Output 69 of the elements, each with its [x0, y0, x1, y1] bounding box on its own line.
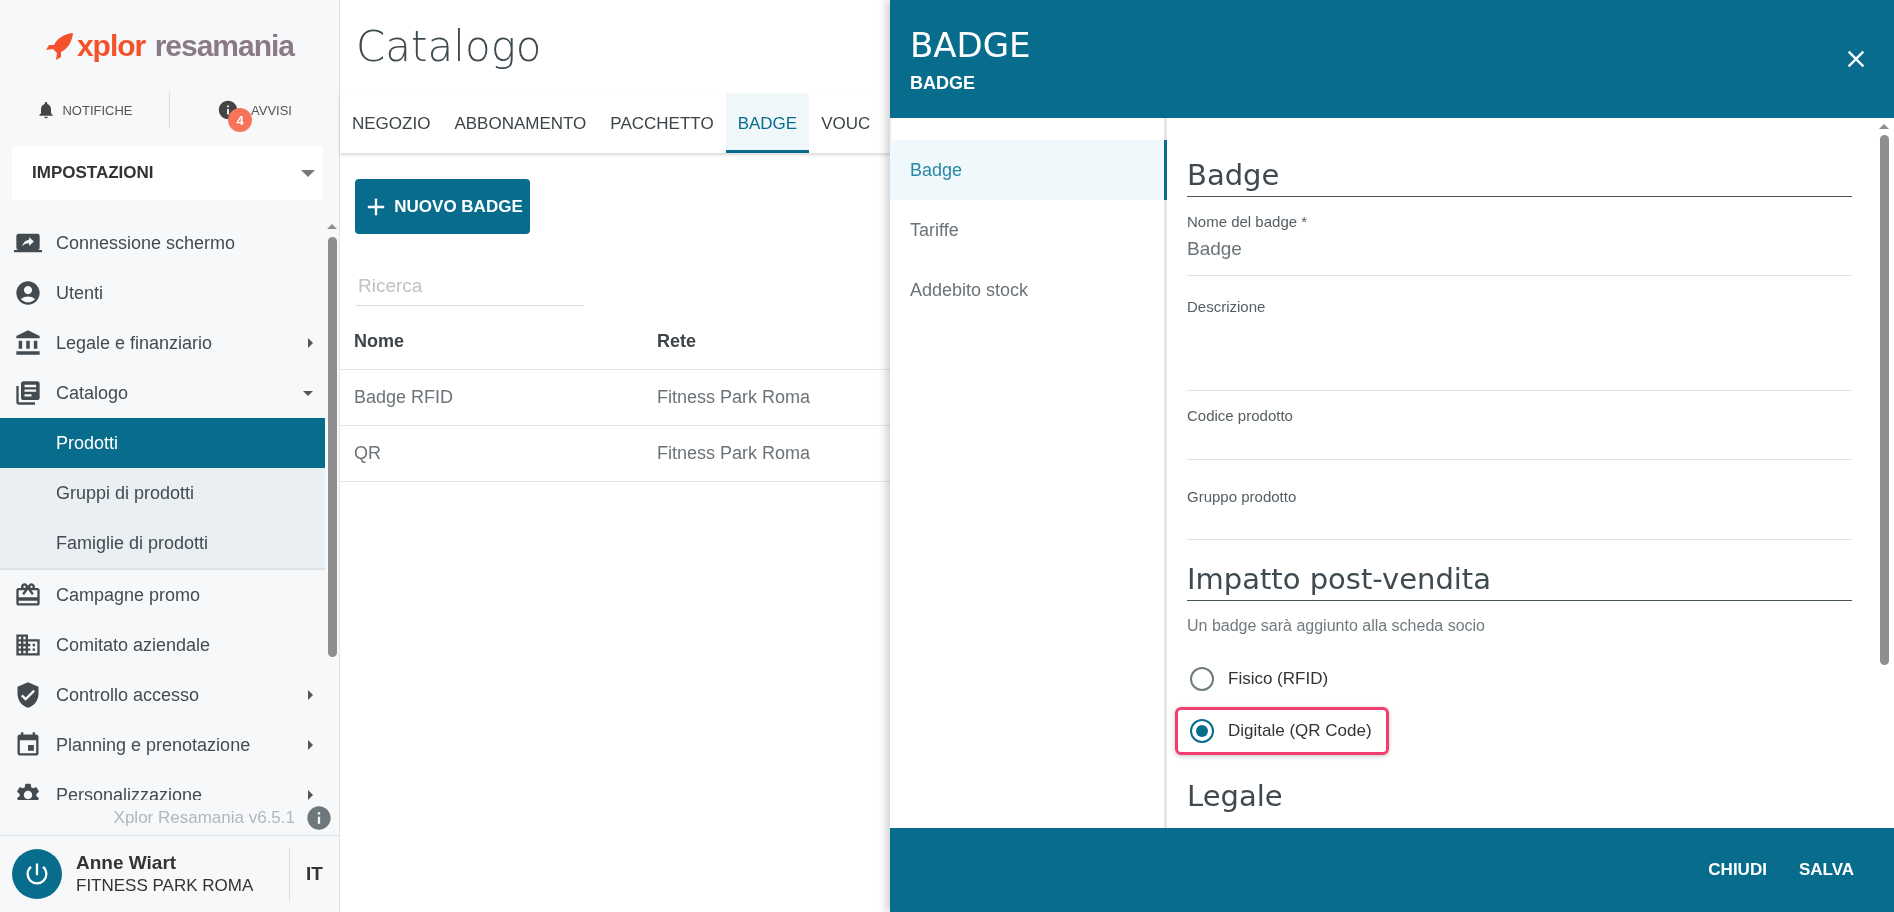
scroll-up-icon — [1879, 124, 1889, 129]
radio-label: Digitale (QR Code) — [1228, 721, 1372, 741]
panel-nav-item[interactable]: Badge — [890, 140, 1167, 200]
submenu-item[interactable]: Famiglie di prodotti — [0, 518, 325, 568]
user-icon — [14, 279, 42, 307]
table-cell-text: Fitness Park Roma — [657, 443, 812, 464]
menu-item[interactable]: Personalizzazione — [0, 770, 325, 800]
info-icon[interactable] — [305, 803, 333, 832]
menu-item[interactable]: Connessione schermo — [0, 218, 325, 268]
caret-icon — [308, 790, 313, 800]
caret-icon — [301, 169, 315, 177]
club-name: FITNESS PARK ROMA — [76, 876, 255, 896]
caret-icon — [308, 740, 313, 750]
menu-item[interactable]: Catalogo — [0, 368, 325, 418]
catalog-icon — [14, 379, 42, 407]
rocket-logo-icon — [44, 31, 75, 61]
menu-item[interactable]: Comitato aziendale — [0, 620, 325, 670]
caret-icon — [303, 390, 313, 396]
user-name: Anne Wiart — [76, 852, 178, 874]
notifications-button[interactable]: NOTIFICHE — [0, 92, 169, 128]
form-field[interactable]: Descrizione — [1187, 276, 1852, 391]
hint-text: Un badge sarà aggiunto alla scheda socio — [1187, 617, 1486, 635]
column-header: Nome — [354, 331, 405, 352]
menu-item[interactable]: Campagne promo — [0, 570, 325, 620]
table-cell-text: Badge RFID — [354, 387, 455, 408]
tab[interactable]: VOUC — [809, 93, 883, 153]
tab[interactable]: PACCHETTO — [598, 93, 726, 153]
tab[interactable]: NEGOZIO — [340, 93, 443, 153]
radio-button[interactable] — [1190, 719, 1214, 743]
form-field[interactable]: Nome del badge * Badge — [1187, 197, 1852, 276]
section-heading: Legale — [1187, 779, 1284, 813]
page-title: Catalogo — [355, 21, 543, 73]
power-button[interactable] — [12, 849, 62, 899]
version-text: Xplor Resamania v6.5.1 — [113, 807, 295, 828]
logo-brand: xplor — [76, 29, 146, 63]
column-header: Rete — [657, 331, 697, 352]
submenu-item[interactable]: Prodotti — [0, 418, 325, 468]
menu-item[interactable]: Legale e finanziario — [0, 318, 325, 368]
table-cell-text: Fitness Park Roma — [657, 387, 812, 408]
bank-icon — [14, 329, 42, 357]
logo-product: resamania — [153, 29, 295, 63]
tab[interactable]: BADGE — [725, 93, 810, 153]
panel-title: BADGE — [910, 24, 1032, 65]
search-field[interactable]: Ricerca — [356, 266, 584, 306]
gift-icon — [14, 581, 42, 609]
form-field[interactable]: Gruppo prodotto — [1187, 460, 1852, 540]
radio-label: Fisico (RFID) — [1228, 669, 1329, 689]
menu-item[interactable]: Planning e prenotazione — [0, 720, 325, 770]
radio-button[interactable] — [1190, 667, 1214, 691]
submenu-item[interactable]: Gruppi di prodotti — [0, 468, 325, 518]
panel-nav-item[interactable]: Addebito stock — [890, 260, 1167, 320]
tab[interactable]: ABBONAMENTO — [442, 93, 599, 153]
table-cell-text: QR — [354, 443, 382, 464]
footer-button[interactable]: CHIUDI — [1698, 852, 1777, 888]
caret-icon — [308, 690, 313, 700]
panel-nav-item[interactable]: Tariffe — [890, 200, 1167, 260]
form-field[interactable]: Codice prodotto — [1187, 391, 1852, 460]
menu-item[interactable]: Controllo accesso — [0, 670, 325, 720]
section-heading: Impatto post-vendita — [1187, 562, 1852, 601]
section-heading: Badge — [1187, 158, 1852, 197]
section-select[interactable]: IMPOSTAZIONI — [12, 146, 323, 200]
panel-subtitle: BADGE — [910, 72, 976, 94]
language-button[interactable]: IT — [289, 847, 339, 901]
count-badge: 4 — [228, 108, 252, 132]
footer-button[interactable]: SALVA — [1788, 852, 1864, 888]
scroll-up-icon — [327, 224, 337, 229]
caret-icon — [308, 338, 313, 348]
new-badge-button[interactable]: NUOVO BADGE — [355, 179, 530, 234]
menu-item[interactable]: Utenti — [0, 268, 325, 318]
